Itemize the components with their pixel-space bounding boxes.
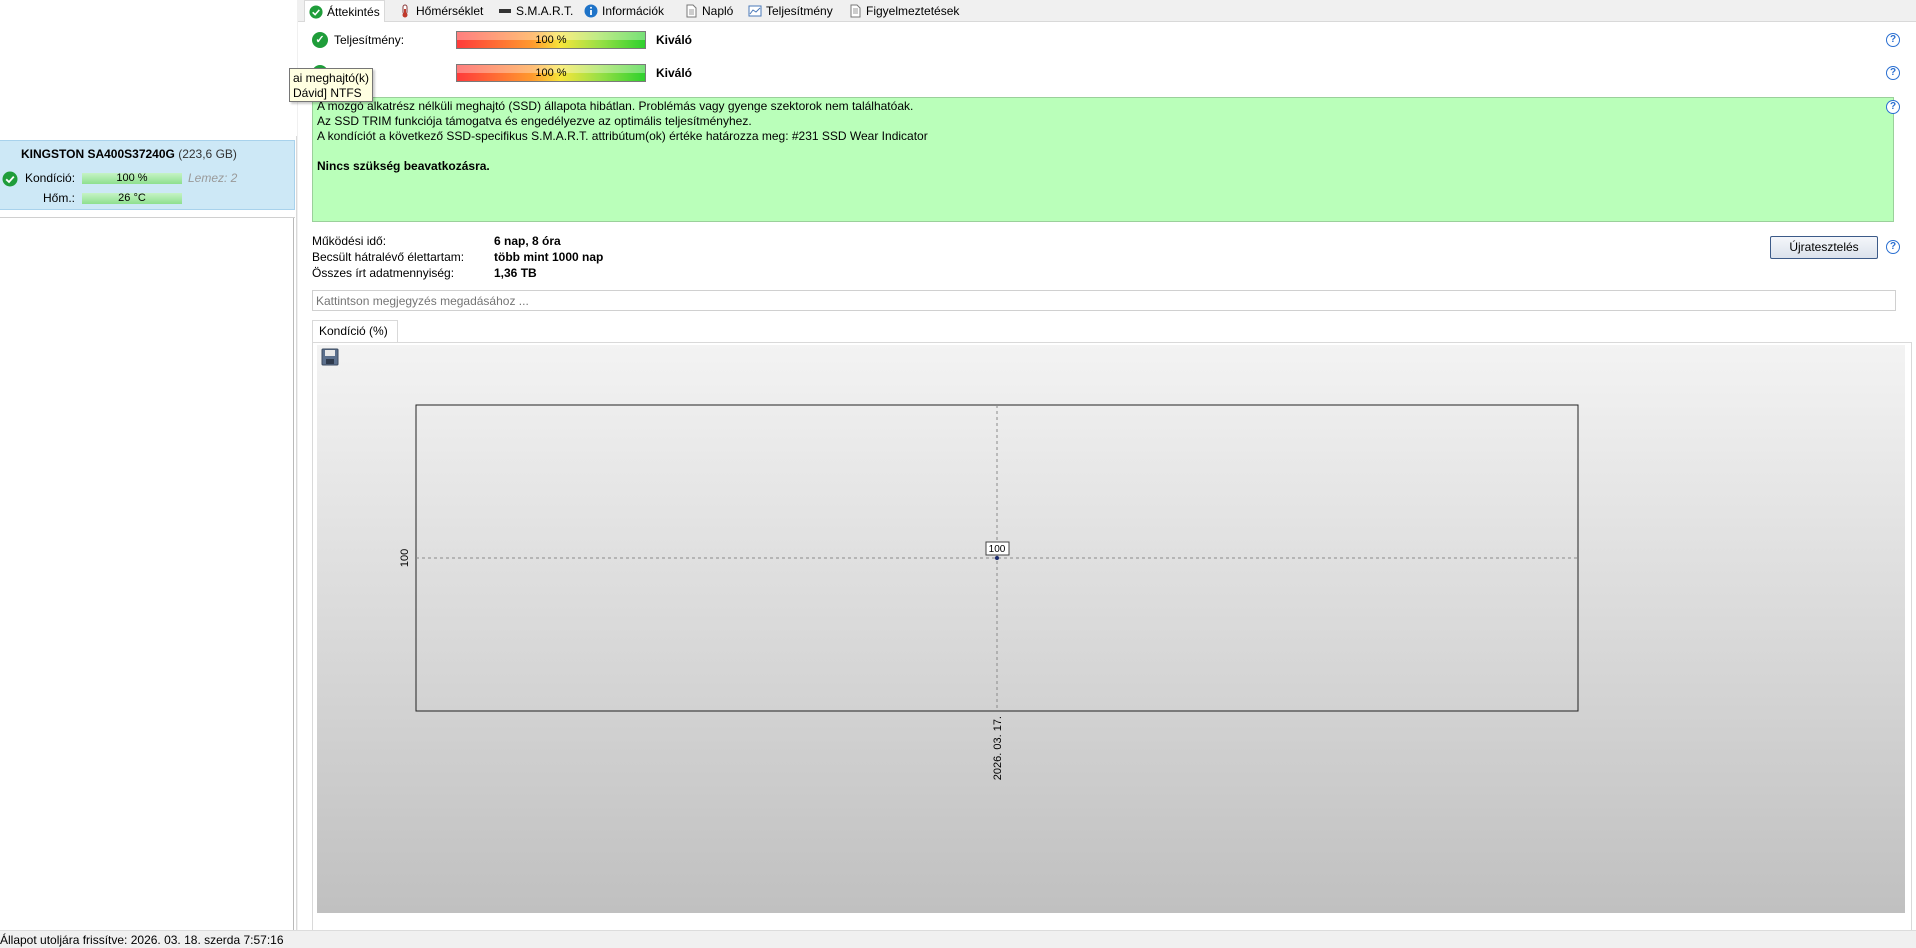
uptime-value: 6 nap, 8 óra — [494, 234, 561, 248]
check-circle-icon: ✓ — [312, 32, 328, 48]
tab-log[interactable]: Napló — [680, 0, 737, 22]
drive-card[interactable]: KINGSTON SA400S37240G (223,6 GB) Kondíci… — [0, 140, 295, 210]
left-splitter[interactable] — [293, 218, 294, 930]
performance-label: Teljesítmény: — [334, 33, 405, 47]
tab-label: S.M.A.R.T. — [516, 4, 574, 18]
tab-label: Teljesítmény — [766, 4, 833, 18]
performance-bar: 100 % — [456, 31, 646, 49]
tab-label: Hőmérséklet — [416, 4, 484, 18]
drive-list-panel: KINGSTON SA400S37240G (223,6 GB) Kondíci… — [0, 0, 297, 930]
warning-doc-icon — [850, 4, 861, 18]
overview-panel: ✓ Teljesítmény: 100 % Kiváló ? ✓ ó: 100 … — [298, 22, 1916, 938]
tab-label: Információk — [602, 4, 665, 18]
tab-smart[interactable]: S.M.A.R.T. — [494, 0, 577, 22]
drive-health-value: 100 % — [116, 172, 148, 184]
tab-bar: Áttekintés Hőmérséklet S.M.A.R.T. Inform… — [298, 0, 1916, 23]
drive-title: KINGSTON SA400S37240G (223,6 GB) — [21, 147, 237, 161]
status-description-box: A mozgó alkatrész nélküli meghajtó (SSD)… — [312, 97, 1894, 222]
note-input[interactable] — [312, 290, 1896, 311]
description-line: Az SSD TRIM funkciója támogatva és enged… — [317, 114, 752, 128]
chart-frame: 100 2026. 03. 17. 100 — [312, 342, 1912, 938]
left-divider — [0, 217, 295, 218]
description-line: A mozgó alkatrész nélküli meghajtó (SSD)… — [317, 99, 914, 113]
tab-information[interactable]: Információk — [580, 0, 668, 22]
drive-icon — [499, 9, 511, 13]
tooltip-line: ai meghajtó(k) — [293, 71, 370, 85]
tooltip-line: Dávid] NTFS — [293, 86, 362, 100]
recommendation-text: Nincs szükség beavatkozásra. — [317, 159, 490, 173]
performance-rating: Kiváló — [656, 33, 693, 47]
drive-health-bar: 100 % — [82, 173, 182, 184]
health-chart: 100 2026. 03. 17. 100 — [399, 404, 1579, 780]
drive-health-label: Kondíció: — [25, 171, 76, 185]
chart-background: 100 2026. 03. 17. 100 — [317, 345, 1905, 913]
tab-overview[interactable]: Áttekintés — [304, 0, 385, 23]
y-tick-label: 100 — [399, 549, 411, 567]
status-bar: Állapot utoljára frissítve: 2026. 03. 18… — [0, 930, 1916, 948]
tab-temperature[interactable]: Hőmérséklet — [394, 0, 487, 22]
tooltip: ai meghajtó(k) Dávid] NTFS — [289, 68, 373, 102]
chart-icon — [748, 5, 762, 17]
retest-button[interactable]: Újratesztelés — [1770, 236, 1878, 259]
drive-temp-label: Hőm.: — [43, 191, 76, 205]
thermometer-icon — [402, 4, 408, 18]
tab-warnings[interactable]: Figyelmeztetések — [844, 0, 963, 22]
drive-name: KINGSTON SA400S37240G — [21, 147, 175, 161]
check-circle-icon — [309, 5, 323, 19]
tab-performance[interactable]: Teljesítmény — [744, 0, 837, 22]
drive-list-top-area — [0, 0, 297, 136]
drive-disk-label: Lemez: 2 — [188, 171, 238, 185]
drive-temp-value: 26 °C — [118, 192, 146, 204]
document-icon — [686, 4, 697, 18]
x-tick-label: 2026. 03. 17. — [992, 716, 1004, 780]
tab-label: Figyelmeztetések — [866, 4, 960, 18]
help-icon[interactable]: ? — [1886, 33, 1900, 47]
performance-row: ✓ — [312, 30, 328, 50]
tab-label: Napló — [702, 4, 734, 18]
uptime-label: Működési idő: — [312, 234, 387, 248]
check-circle-icon — [2, 171, 18, 187]
help-icon[interactable]: ? — [1886, 66, 1900, 80]
written-label: Összes írt adatmennyiség: — [312, 266, 455, 280]
info-icon — [584, 4, 598, 18]
drive-size: (223,6 GB) — [178, 147, 237, 161]
health-bar: 100 % — [456, 64, 646, 82]
written-value: 1,36 TB — [494, 266, 537, 280]
help-icon[interactable]: ? — [1886, 100, 1900, 114]
lifetime-label: Becsült hátralévő élettartam: — [312, 250, 465, 264]
tab-health-chart[interactable]: Kondíció (%) — [312, 320, 398, 342]
data-point — [995, 556, 999, 560]
health-rating: Kiváló — [656, 66, 693, 80]
description-line: A kondíciót a következő SSD-specifikus S… — [317, 129, 928, 143]
drive-temp-bar: 26 °C — [82, 193, 182, 204]
performance-percent: 100 % — [535, 34, 567, 46]
help-icon[interactable]: ? — [1886, 240, 1900, 254]
data-label: 100 — [989, 544, 1006, 555]
tab-label: Áttekintés — [327, 5, 380, 19]
health-percent: 100 % — [535, 67, 567, 79]
lifetime-value: több mint 1000 nap — [494, 250, 604, 264]
